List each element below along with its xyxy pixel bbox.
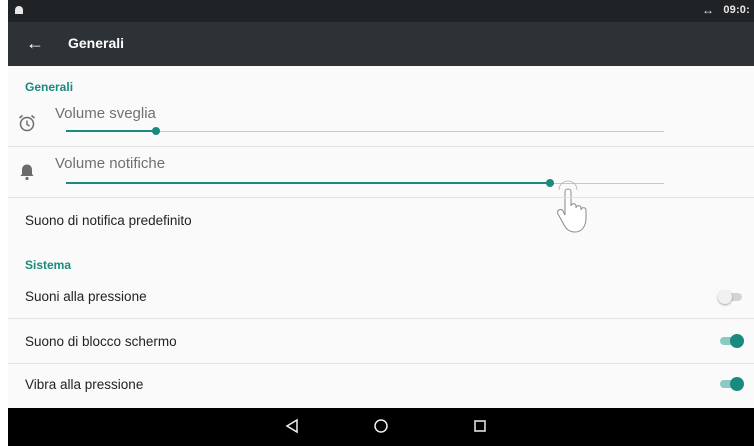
touch-sounds-toggle[interactable] — [718, 289, 744, 305]
settings-screen: ↔ 09:0: ← Generali Generali Volume svegl… — [8, 0, 754, 446]
notification-volume-label: Volume notifiche — [55, 155, 166, 172]
alarm-volume-label: Volume sveglia — [55, 105, 156, 122]
toggle-knob — [730, 334, 744, 348]
section-header-sistema: Sistema — [25, 258, 72, 272]
page-title: Generali — [68, 35, 125, 51]
app-toolbar: ← Generali — [8, 22, 754, 66]
alarm-volume-fill — [66, 130, 156, 132]
recents-square-icon[interactable] — [473, 418, 487, 434]
sync-icon: ↔ — [702, 3, 714, 17]
vibrate-on-touch-toggle[interactable] — [718, 376, 744, 392]
toggle-knob — [730, 377, 744, 391]
vibrate-on-touch-row[interactable]: Vibra alla pressione — [8, 364, 754, 408]
touch-sounds-label: Suoni alla pressione — [25, 289, 147, 304]
clock: 09:0: — [723, 4, 750, 16]
vibrate-on-touch-label: Vibra alla pressione — [25, 377, 144, 392]
default-notification-sound-label: Suono di notifica predefinito — [25, 213, 192, 228]
divider — [8, 146, 754, 147]
touch-sounds-row[interactable]: Suoni alla pressione — [8, 276, 754, 318]
alarm-volume-thumb[interactable] — [152, 127, 160, 135]
home-circle-icon[interactable] — [373, 418, 389, 434]
back-arrow-icon[interactable]: ← — [26, 32, 44, 54]
bell-icon — [20, 164, 34, 181]
screen-lock-sound-row[interactable]: Suono di blocco schermo — [8, 319, 754, 363]
default-notification-sound-row[interactable]: Suono di notifica predefinito — [8, 198, 754, 242]
toggle-knob — [718, 290, 732, 304]
status-bar: ↔ 09:0: — [8, 0, 754, 22]
notification-volume-fill — [66, 182, 550, 184]
section-header-generali: Generali — [25, 80, 74, 94]
android-icon — [15, 6, 23, 14]
alarm-volume-slider[interactable] — [66, 124, 664, 138]
screen-lock-sound-toggle[interactable] — [718, 333, 744, 349]
navigation-bar — [8, 408, 754, 446]
alarm-clock-icon — [19, 114, 35, 132]
back-triangle-icon[interactable] — [285, 418, 299, 434]
screen-lock-sound-label: Suono di blocco schermo — [25, 334, 177, 349]
